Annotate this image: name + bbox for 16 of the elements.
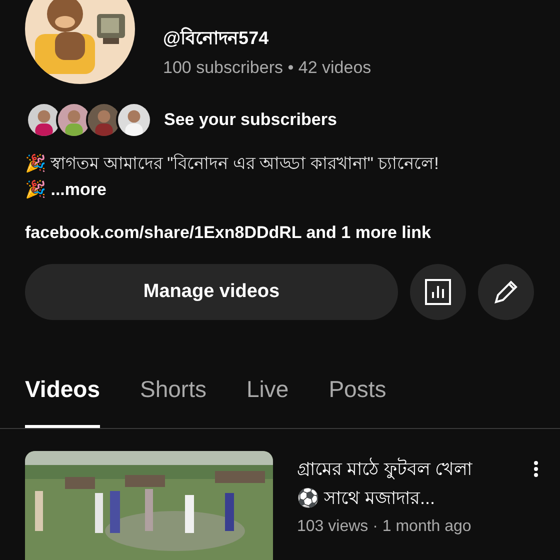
tab[interactable]: Videos (25, 372, 100, 428)
channel-stats: 100 subscribers • 42 videos (163, 57, 372, 79)
tab[interactable]: Posts (328, 372, 386, 428)
see-subscribers-link[interactable]: See your subscribers (164, 107, 337, 133)
channel-handle: @বিনোদন574 (163, 26, 270, 50)
video-meta: 103 views · 1 month ago (297, 516, 472, 536)
more-link[interactable]: 🎉 ...more (25, 178, 560, 202)
tab[interactable]: Shorts (140, 372, 206, 428)
more-options-icon[interactable] (534, 460, 538, 476)
tab[interactable]: Live (246, 372, 289, 428)
channel-link[interactable]: facebook.com/share/1Exn8DDdRL and 1 more link (25, 223, 431, 242)
manage-videos-button[interactable]: Manage videos (25, 264, 398, 320)
channel-description: 🎉 স্বাগতম আমাদের "বিনোদন এর আড্ডা কারখানা" চ্যানেলে! (25, 152, 440, 175)
video-title[interactable]: গ্রামের মাঠে ফুটবল খেলা ⚽ সাথে মজাদার... (297, 454, 493, 512)
bar-chart-icon (424, 278, 452, 306)
pencil-icon (492, 278, 520, 306)
